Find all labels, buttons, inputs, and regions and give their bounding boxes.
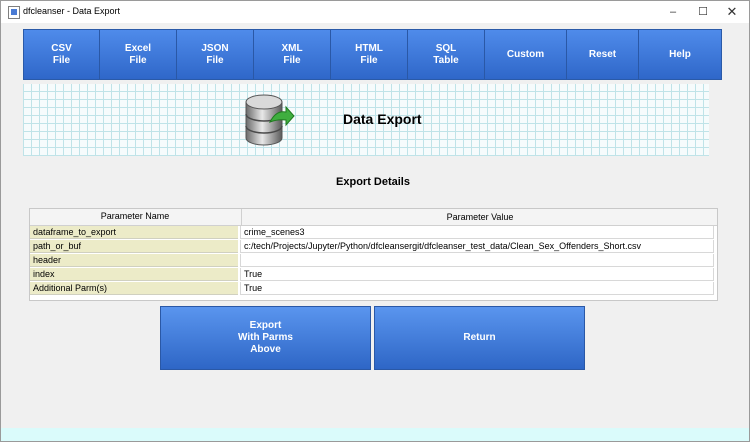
minimize-button[interactable]: –: [656, 1, 690, 23]
button-label: HTML: [355, 42, 383, 54]
window-title: dfcleanser - Data Export: [23, 6, 121, 16]
sql-table-button[interactable]: SQL Table: [408, 30, 485, 79]
parameter-value-input[interactable]: True: [240, 282, 714, 295]
json-file-button[interactable]: JSON File: [177, 30, 254, 79]
parameter-name: index: [30, 268, 238, 281]
button-label: With Parms: [238, 332, 293, 343]
parameter-value-input[interactable]: True: [240, 268, 714, 281]
parameter-name: Additional Parm(s): [30, 282, 238, 295]
parameter-name: path_or_buf: [30, 240, 238, 253]
app-icon: [8, 6, 20, 19]
help-button[interactable]: Help: [639, 30, 721, 79]
banner-title: Data Export: [343, 111, 422, 127]
parameter-value-input[interactable]: crime_scenes3: [240, 226, 714, 239]
table-row: path_or_buf c:/tech/Projects/Jupyter/Pyt…: [30, 240, 714, 254]
button-label: File: [52, 54, 71, 66]
database-export-icon: [245, 94, 295, 146]
table-row: index True: [30, 268, 714, 282]
return-button[interactable]: Return: [374, 306, 585, 370]
button-label: Custom: [506, 48, 545, 60]
parameter-value-input[interactable]: c:/tech/Projects/Jupyter/Python/dfcleans…: [240, 240, 714, 253]
button-label: XML: [281, 42, 303, 54]
button-label: Excel: [124, 42, 152, 54]
column-header-parameter-value: Parameter Value: [241, 209, 718, 225]
table-header: Parameter Name Parameter Value: [30, 209, 717, 226]
data-export-banner: Data Export: [23, 84, 709, 156]
button-label: CSV: [51, 42, 72, 54]
button-label: File: [206, 54, 224, 66]
custom-button[interactable]: Custom: [485, 30, 567, 79]
footer-strip: [1, 428, 749, 441]
parameter-name: dataframe_to_export: [30, 226, 238, 239]
export-parameters-table: Parameter Name Parameter Value dataframe…: [29, 208, 718, 301]
table-row: dataframe_to_export crime_scenes3: [30, 226, 714, 240]
reset-button[interactable]: Reset: [567, 30, 639, 79]
export-type-toolbar: CSV File Excel File JSON File XML File HTML F…: [23, 29, 722, 80]
parameter-name: header: [30, 254, 238, 267]
button-label: File: [283, 54, 301, 66]
close-button[interactable]: ✕: [715, 1, 749, 23]
export-details-title: Export Details: [336, 176, 410, 188]
column-header-parameter-name: Parameter Name: [100, 211, 170, 221]
parameter-value-input[interactable]: [240, 254, 714, 267]
xml-file-button[interactable]: XML File: [254, 30, 331, 79]
button-label: Reset: [588, 48, 617, 60]
button-label: Export: [249, 320, 282, 331]
button-label: File: [129, 54, 147, 66]
html-file-button[interactable]: HTML File: [331, 30, 408, 79]
csv-file-button[interactable]: CSV File: [24, 30, 100, 79]
app-window: dfcleanser - Data Export – ☐ ✕ CSV File E…: [0, 0, 750, 442]
button-label: Above: [250, 344, 281, 355]
title-bar: dfcleanser - Data Export – ☐ ✕: [1, 1, 749, 23]
table-row: header: [30, 254, 714, 268]
table-row: Additional Parm(s) True: [30, 282, 714, 296]
button-label: Return: [463, 332, 496, 343]
button-label: File: [360, 54, 378, 66]
button-label: Table: [433, 54, 459, 66]
button-label: SQL: [435, 42, 457, 54]
button-label: Help: [669, 48, 691, 60]
button-label: JSON: [201, 42, 229, 54]
export-with-parms-button[interactable]: Export With Parms Above: [160, 306, 371, 370]
excel-file-button[interactable]: Excel File: [100, 30, 177, 79]
